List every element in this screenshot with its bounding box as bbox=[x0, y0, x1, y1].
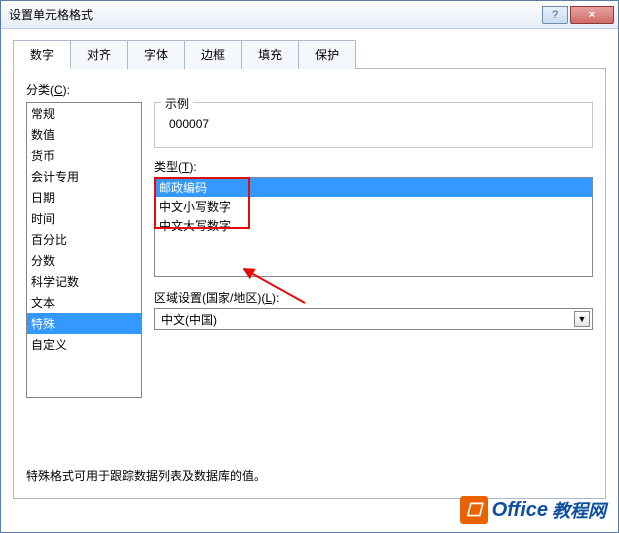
content-row: 常规 数值 货币 会计专用 日期 时间 百分比 分数 科学记数 文本 特殊 自定… bbox=[26, 102, 593, 398]
category-label: 分类(C): bbox=[26, 81, 593, 98]
list-item[interactable]: 文本 bbox=[27, 292, 141, 313]
type-label-prefix: 类型( bbox=[154, 160, 182, 174]
locale-label-key: L bbox=[265, 291, 272, 305]
help-button[interactable]: ? bbox=[542, 6, 568, 24]
type-item-selected[interactable]: 邮政编码 bbox=[155, 178, 592, 197]
type-item[interactable]: 中文大写数字 bbox=[155, 216, 592, 235]
list-item[interactable]: 货币 bbox=[27, 145, 141, 166]
window-title: 设置单元格格式 bbox=[9, 6, 542, 23]
list-item[interactable]: 自定义 bbox=[27, 334, 141, 355]
type-label-suffix: ): bbox=[189, 160, 196, 174]
list-item[interactable]: 分数 bbox=[27, 250, 141, 271]
category-listbox[interactable]: 常规 数值 货币 会计专用 日期 时间 百分比 分数 科学记数 文本 特殊 自定… bbox=[26, 102, 142, 398]
category-label-suffix: ): bbox=[63, 83, 70, 97]
locale-label-prefix: 区域设置(国家/地区)( bbox=[154, 291, 265, 305]
watermark-sub: 教程网 bbox=[552, 497, 606, 523]
list-item[interactable]: 时间 bbox=[27, 208, 141, 229]
tab-alignment[interactable]: 对齐 bbox=[70, 40, 128, 69]
category-label-prefix: 分类( bbox=[26, 83, 54, 97]
chevron-down-icon[interactable]: ▼ bbox=[574, 311, 590, 327]
list-item[interactable]: 日期 bbox=[27, 187, 141, 208]
watermark-brand: Office bbox=[492, 499, 548, 522]
list-item[interactable]: 科学记数 bbox=[27, 271, 141, 292]
locale-label: 区域设置(国家/地区)(L): bbox=[154, 289, 593, 306]
locale-label-suffix: ): bbox=[272, 291, 279, 305]
list-item-selected[interactable]: 特殊 bbox=[27, 313, 141, 334]
close-button[interactable]: × bbox=[570, 6, 614, 24]
window-controls: ? × bbox=[542, 6, 614, 24]
tab-fill[interactable]: 填充 bbox=[241, 40, 299, 69]
right-column: 示例 000007 类型(T): 邮政编码 中文小写数字 中文大写数字 区域设置… bbox=[154, 102, 593, 330]
type-item[interactable]: 中文小写数字 bbox=[155, 197, 592, 216]
tab-panel: 分类(C): 常规 数值 货币 会计专用 日期 时间 百分比 分数 科学记数 文… bbox=[13, 69, 606, 499]
locale-value: 中文(中国) bbox=[161, 311, 217, 328]
watermark: ☐ Office教程网 bbox=[460, 496, 606, 524]
list-item[interactable]: 数值 bbox=[27, 124, 141, 145]
list-item[interactable]: 百分比 bbox=[27, 229, 141, 250]
category-label-key: C bbox=[54, 83, 63, 97]
type-listbox[interactable]: 邮政编码 中文小写数字 中文大写数字 bbox=[154, 177, 593, 277]
description-text: 特殊格式可用于跟踪数据列表及数据库的值。 bbox=[26, 467, 266, 484]
sample-value: 000007 bbox=[163, 117, 584, 131]
sample-label: 示例 bbox=[161, 95, 193, 112]
tabstrip: 数字 对齐 字体 边框 填充 保护 bbox=[13, 39, 606, 69]
sample-group: 示例 000007 bbox=[154, 102, 593, 148]
type-label: 类型(T): bbox=[154, 158, 593, 175]
tab-protection[interactable]: 保护 bbox=[298, 40, 356, 69]
tab-border[interactable]: 边框 bbox=[184, 40, 242, 69]
locale-combobox[interactable]: 中文(中国) ▼ bbox=[154, 308, 593, 330]
client-area: 数字 对齐 字体 边框 填充 保护 分类(C): 常规 数值 货币 会计专用 日… bbox=[1, 29, 618, 532]
titlebar: 设置单元格格式 ? × bbox=[1, 1, 618, 29]
dialog-window: 设置单元格格式 ? × 数字 对齐 字体 边框 填充 保护 分类(C): 常规 … bbox=[0, 0, 619, 533]
tab-font[interactable]: 字体 bbox=[127, 40, 185, 69]
tab-number[interactable]: 数字 bbox=[13, 40, 71, 69]
list-item[interactable]: 会计专用 bbox=[27, 166, 141, 187]
list-item[interactable]: 常规 bbox=[27, 103, 141, 124]
office-icon: ☐ bbox=[460, 496, 488, 524]
